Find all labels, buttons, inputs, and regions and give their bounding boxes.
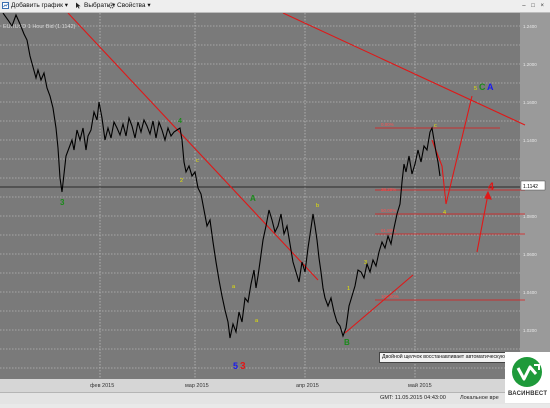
select-label: Выбрать	[84, 2, 111, 9]
fib-label-0: 0.00%	[381, 122, 394, 127]
add-chart-label: Добавить график	[11, 2, 63, 9]
svg-text:1.1600: 1.1600	[523, 100, 537, 105]
status-mode[interactable]: Локальное вре	[460, 395, 499, 401]
wave-label-small-b: b	[316, 203, 319, 209]
window-buttons[interactable]: – □ ×	[522, 1, 546, 11]
time-axis-panel	[0, 379, 520, 392]
wave-label-c-top: C	[479, 82, 486, 92]
logo-text: ВАСИНВЕСТ	[508, 391, 548, 397]
wave-label-small-c-2: c	[434, 123, 437, 129]
status-time: GMT: 11.05.2015 04:43:00	[380, 395, 446, 401]
instrument-label: EURUSD 1 Hour Bid (1.1142)	[3, 24, 76, 30]
wave-label-a-top: A	[487, 82, 494, 92]
svg-text:1.0400: 1.0400	[523, 290, 537, 295]
wave-label-small-c-1: c	[196, 158, 199, 164]
x-label-mar: мар 2015	[185, 383, 209, 389]
x-label-apr: апр 2015	[296, 383, 319, 389]
x-label-feb: фев 2015	[90, 383, 114, 389]
properties-button[interactable]: Свойства ▾	[108, 1, 151, 11]
svg-text:1.0600: 1.0600	[523, 252, 537, 257]
x-label-may: май 2015	[408, 382, 432, 389]
chevron-down-icon: ▾	[147, 2, 151, 9]
wave-label-4-red: 4	[488, 181, 495, 193]
wave-label-small-3: 3	[364, 260, 367, 266]
wave-label-3-left: 3	[60, 198, 65, 207]
wave-label-a-mid: A	[250, 194, 256, 203]
vasinvest-logo: ВАСИНВЕСТ	[505, 352, 550, 403]
svg-text:1.2000: 1.2000	[523, 62, 537, 67]
properties-label: Свойства	[117, 2, 146, 9]
add-chart-button[interactable]: Добавить график ▾	[2, 1, 68, 11]
toolbar: Добавить график ▾ Выбрать ▾ Свойства ▾ –…	[0, 0, 550, 13]
wave-label-small-2: 2	[180, 178, 183, 184]
svg-text:1.1400: 1.1400	[523, 138, 537, 143]
status-bar: GMT: 11.05.2015 04:43:00 Локальное вре	[0, 392, 550, 404]
price-axis-panel	[520, 13, 550, 379]
price-chart[interactable]: 1.2400 1.2000 1.1600 1.1400 1.0800 1.0600 1.…	[0, 13, 550, 403]
wave-label-3-low: 3	[240, 361, 246, 372]
wave-label-small-1: 1	[347, 286, 350, 292]
svg-text:1.2400: 1.2400	[523, 24, 537, 29]
wave-label-small-5: 5	[474, 86, 477, 92]
wave-label-5-low: 5	[233, 361, 238, 371]
add-chart-icon	[2, 1, 9, 9]
wave-label-b-low: B	[344, 338, 350, 347]
gear-icon	[108, 2, 115, 9]
cursor-icon	[75, 2, 82, 9]
fib-label-38: 38.20%	[381, 187, 396, 192]
svg-text:1.0200: 1.0200	[523, 328, 537, 333]
wave-label-4: 4	[178, 118, 182, 125]
chevron-down-icon: ▾	[64, 2, 69, 9]
chart-background	[0, 13, 550, 379]
current-price-label: 1.1142	[523, 184, 538, 190]
fib-label-50: 50.00%	[381, 208, 396, 213]
svg-text:1.0800: 1.0800	[523, 214, 537, 219]
wave-label-small-4: 4	[443, 210, 446, 216]
